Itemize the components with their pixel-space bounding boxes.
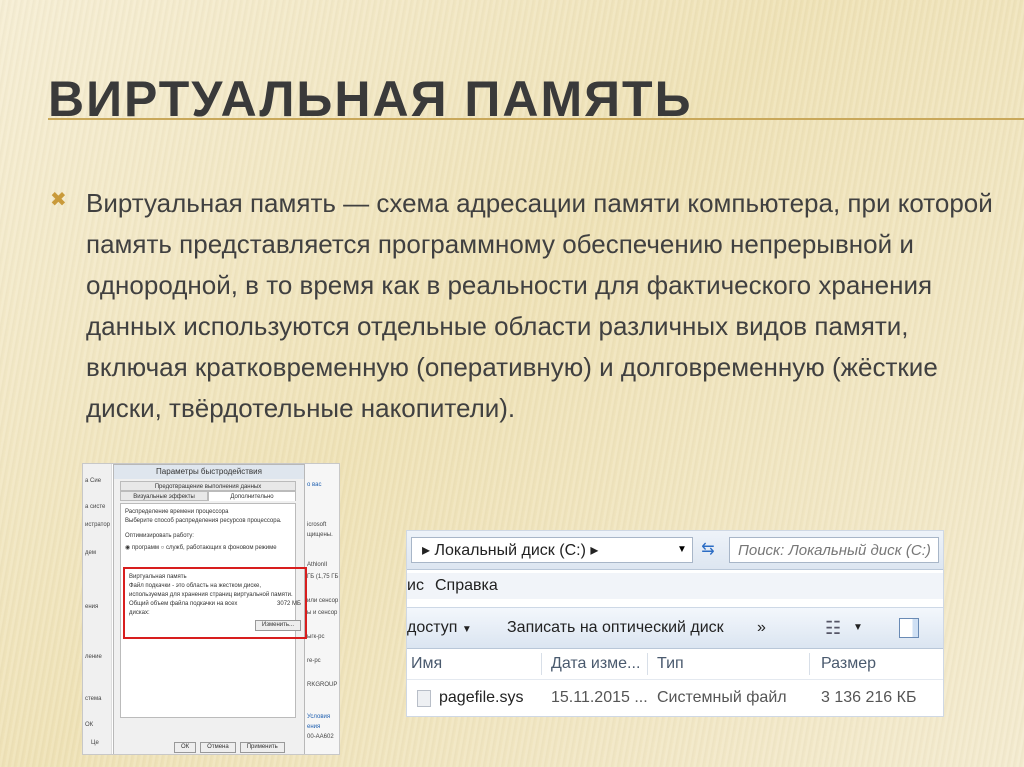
ok-button[interactable]: ОК [174, 742, 197, 753]
fragment: истратор [85, 522, 110, 528]
fragment: Условия [307, 714, 331, 720]
cpu-heading: Распределение времени процессора [125, 509, 229, 515]
fragment: а систе [85, 504, 106, 510]
command-bar: доступ ▼ Записать на оптический диск » ☷… [407, 607, 943, 649]
address-path: Локальный диск (C:) [434, 542, 586, 559]
fragment: ОК [85, 722, 94, 728]
menu-item-fragment[interactable]: ис [407, 573, 424, 599]
fragment: щищены. [307, 532, 333, 538]
fragment: ения [307, 724, 321, 730]
title-underline [48, 118, 1024, 120]
change-button[interactable]: Изменить... [254, 620, 301, 631]
burn-button[interactable]: Записать на оптический диск [507, 608, 724, 648]
fragment: AthlonII [307, 562, 328, 568]
fragment: ление [85, 654, 102, 660]
column-header: Имя Дата изме... Тип Размер [407, 649, 943, 680]
column-separator[interactable] [541, 653, 542, 675]
column-separator[interactable] [647, 653, 648, 675]
tab-visual-effects[interactable]: Визуальные эффекты [120, 491, 208, 501]
chevron-right-icon: ▸ [422, 542, 431, 559]
chevron-down-icon: ▼ [461, 624, 472, 635]
tab-advanced[interactable]: Дополнительно [208, 491, 296, 501]
preview-pane-icon[interactable] [899, 618, 919, 638]
fragment: стема [85, 696, 102, 702]
x-bullet-icon: ✖ [50, 189, 67, 211]
column-name[interactable]: Имя [411, 649, 442, 679]
dialog-tabs: Предотвращение выполнения данных Визуаль… [120, 481, 296, 501]
fragment: Це [91, 740, 99, 746]
explorer-screenshot: ▸ Локальный диск (C:) ▸ ▼ ⇆ Поиск: Локал… [406, 530, 944, 717]
file-name: pagefile.sys [439, 689, 524, 706]
radio-programs[interactable]: ◉ [125, 545, 130, 551]
file-type: Системный файл [657, 689, 787, 706]
vm-heading: Виртуальная память [129, 574, 187, 580]
column-separator[interactable] [809, 653, 810, 675]
vm-total-label: Общий объем файла подкачки на всех диска… [129, 601, 238, 616]
chevron-down-icon[interactable]: ▼ [853, 608, 863, 648]
fragment: а Сие [85, 478, 102, 484]
virtual-memory-group: Виртуальная память Файл подкачки - это о… [123, 567, 307, 639]
background-window-left: а Сие а систе истратор дем ения ление ст… [83, 464, 112, 754]
cpu-description: Выберите способ распределения ресурсов п… [125, 518, 282, 524]
share-button[interactable]: доступ ▼ [407, 608, 472, 650]
fragment: ыгк-рс [307, 634, 325, 640]
file-row[interactable]: pagefile.sys 15.11.2015 ... Системный фа… [407, 683, 943, 713]
column-type[interactable]: Тип [657, 649, 684, 679]
refresh-icon[interactable]: ⇆ [695, 537, 721, 563]
vm-description: Файл подкачки - это область на жестком д… [129, 583, 293, 598]
background-window-right: о вас icrosoft щищены. AthlonII ГБ (1,75… [304, 464, 339, 754]
column-date[interactable]: Дата изме... [551, 649, 640, 679]
fragment: или сенсор [307, 598, 339, 604]
performance-options-screenshot: а Сие а систе истратор дем ения ление ст… [82, 463, 340, 755]
chevron-right-icon: ▸ [590, 542, 599, 559]
radio-programs-label: программ [131, 545, 159, 551]
cancel-button[interactable]: Отмена [200, 742, 236, 753]
more-commands-button[interactable]: » [757, 608, 766, 648]
file-size: 3 136 216 КБ [821, 689, 917, 706]
fragment: ы и сенсор [307, 610, 338, 616]
fragment: ГБ (1,75 ГБ [307, 574, 339, 580]
vm-total-value: 3072 МБ [277, 601, 301, 607]
radio-services[interactable]: ○ [161, 545, 165, 551]
fragment: 00-АА602 [307, 734, 334, 740]
address-bar[interactable]: ▸ Локальный диск (C:) ▸ [411, 537, 693, 563]
menu-bar: ис Справка [407, 573, 943, 599]
view-options-icon[interactable]: ☷ [825, 608, 841, 648]
column-size[interactable]: Размер [821, 649, 876, 679]
share-label: доступ [407, 619, 458, 636]
optimize-label: Оптимизировать работу: [125, 533, 194, 539]
radio-services-label: служб, работающих в фоновом режиме [165, 545, 277, 551]
fragment: re-pc [307, 658, 321, 664]
address-bar-area: ▸ Локальный диск (C:) ▸ ▼ ⇆ Поиск: Локал… [407, 531, 943, 570]
tab-dep[interactable]: Предотвращение выполнения данных [120, 481, 296, 491]
file-date: 15.11.2015 ... [551, 689, 648, 706]
file-icon [417, 690, 431, 707]
advanced-panel: Распределение времени процессора Выберит… [120, 503, 307, 718]
bullet-text: Виртуальная память — схема адресации пам… [86, 188, 993, 423]
fragment: icrosoft [307, 522, 327, 528]
fragment: дем [85, 550, 96, 556]
search-input[interactable]: Поиск: Локальный диск (C:) [729, 537, 939, 563]
address-dropdown-icon[interactable]: ▼ [673, 537, 691, 563]
performance-dialog: Параметры быстродействия Предотвращение … [113, 464, 307, 754]
fragment: RKGROUP [307, 682, 338, 688]
dialog-footer: ОК Отмена Применить [174, 742, 285, 753]
menu-item-help[interactable]: Справка [435, 573, 498, 599]
fragment: о вас [307, 482, 322, 488]
apply-button[interactable]: Применить [239, 742, 285, 753]
dialog-title: Параметры быстродействия [114, 465, 304, 479]
fragment: ения [85, 604, 99, 610]
